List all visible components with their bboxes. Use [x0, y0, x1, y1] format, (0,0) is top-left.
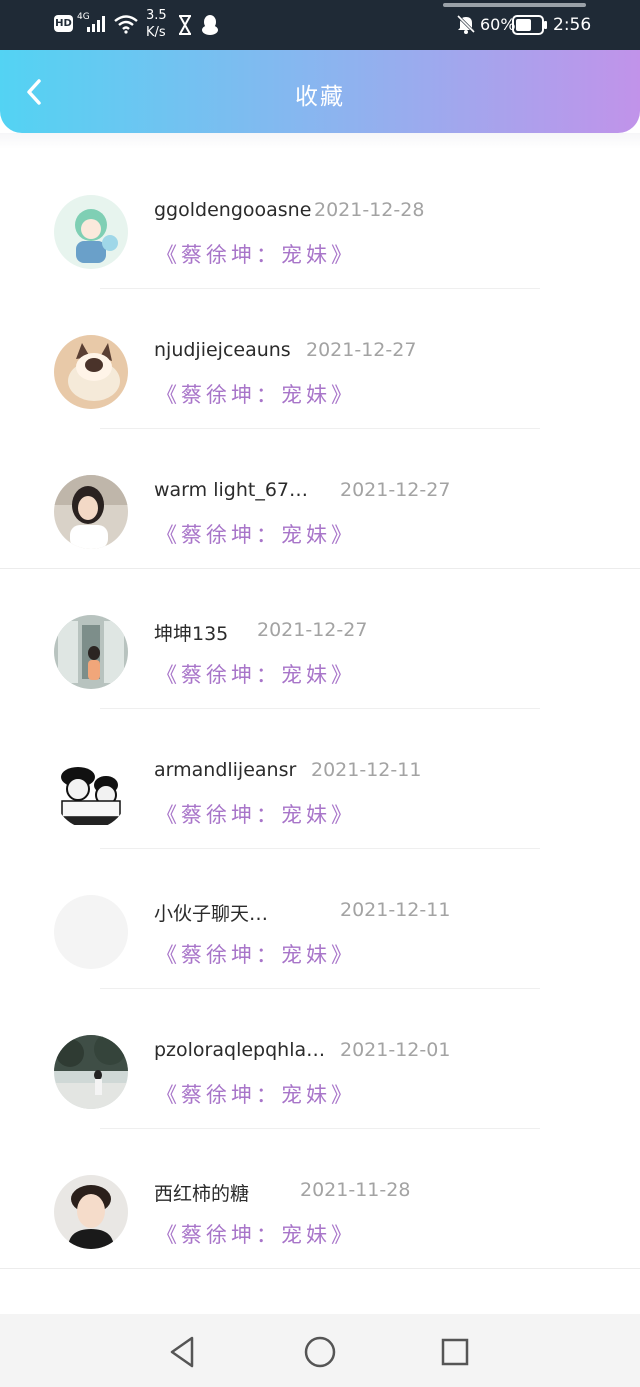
favorites-list: ggoldengooasne 2021-12-28 《蔡徐坤：宠妹》 njudj… — [0, 150, 640, 1270]
date: 2021-12-11 — [311, 759, 422, 781]
date: 2021-11-28 — [300, 1179, 411, 1201]
wifi-icon — [114, 15, 138, 34]
battery-icon — [512, 15, 547, 35]
hd-badge: HD — [54, 15, 73, 32]
hourglass-icon — [179, 15, 191, 35]
nav-home-button[interactable] — [300, 1332, 340, 1372]
date: 2021-12-28 — [314, 199, 425, 221]
username: 坤坤135 — [154, 623, 229, 645]
nav-recents-button[interactable] — [435, 1332, 475, 1372]
favorite-title[interactable]: 《蔡徐坤：宠妹》 — [156, 239, 356, 269]
list-item[interactable]: njudjiejceauns 2021-12-27 《蔡徐坤：宠妹》 — [0, 290, 640, 430]
date: 2021-12-11 — [340, 899, 451, 921]
divider — [0, 1268, 640, 1269]
list-item[interactable]: 坤坤135 2021-12-27 《蔡徐坤：宠妹》 — [0, 570, 640, 710]
list-item[interactable]: 小伙子聊天… 2021-12-11 《蔡徐坤：宠妹》 — [0, 850, 640, 990]
username: njudjiejceauns — [154, 339, 291, 361]
network-speed: 3.5 — [146, 8, 167, 23]
avatar[interactable] — [54, 615, 128, 689]
divider — [100, 428, 540, 429]
date: 2021-12-01 — [340, 1039, 451, 1061]
avatar[interactable] — [54, 1175, 128, 1249]
username: ggoldengooasne — [154, 199, 312, 221]
list-item[interactable]: pzoloraqlepqhla… 2021-12-01 《蔡徐坤：宠妹》 — [0, 990, 640, 1130]
header-bar: 收藏 — [0, 50, 640, 133]
list-item[interactable]: armandlijeansr 2021-12-11 《蔡徐坤：宠妹》 — [0, 710, 640, 850]
favorite-title[interactable]: 《蔡徐坤：宠妹》 — [156, 939, 356, 969]
status-bar: HD 4G 3.5 K/s 60% 2:56 — [0, 0, 640, 50]
favorite-title[interactable]: 《蔡徐坤：宠妹》 — [156, 659, 356, 689]
date: 2021-12-27 — [306, 339, 417, 361]
network-speed-unit: K/s — [146, 25, 166, 40]
favorite-title[interactable]: 《蔡徐坤：宠妹》 — [156, 519, 356, 549]
favorite-title[interactable]: 《蔡徐坤：宠妹》 — [156, 1219, 356, 1249]
favorite-title[interactable]: 《蔡徐坤：宠妹》 — [156, 799, 356, 829]
list-item[interactable]: warm light_67… 2021-12-27 《蔡徐坤：宠妹》 — [0, 430, 640, 570]
date: 2021-12-27 — [340, 479, 451, 501]
favorite-title[interactable]: 《蔡徐坤：宠妹》 — [156, 1079, 356, 1109]
date: 2021-12-27 — [257, 619, 368, 641]
bell-off-icon — [456, 14, 476, 34]
divider — [100, 1128, 540, 1129]
notch-pill — [443, 3, 586, 7]
avatar[interactable] — [54, 895, 128, 969]
avatar[interactable] — [54, 755, 128, 829]
username: pzoloraqlepqhla… — [154, 1039, 326, 1061]
divider — [100, 708, 540, 709]
navigation-bar — [0, 1314, 640, 1387]
username: 西红柿的糖 — [154, 1183, 250, 1205]
divider — [0, 568, 640, 569]
nav-back-button[interactable] — [163, 1332, 203, 1372]
avatar[interactable] — [54, 335, 128, 409]
battery-percent: 60% — [480, 15, 516, 34]
square-recents-icon — [441, 1338, 469, 1366]
page-title: 收藏 — [295, 84, 345, 110]
circle-home-icon — [304, 1336, 336, 1368]
username: 小伙子聊天… — [154, 903, 269, 925]
divider — [100, 848, 540, 849]
avatar[interactable] — [54, 475, 128, 549]
qq-icon — [202, 15, 218, 35]
username: warm light_67… — [154, 479, 308, 501]
list-item[interactable]: ggoldengooasne 2021-12-28 《蔡徐坤：宠妹》 — [0, 150, 640, 290]
triangle-back-icon — [170, 1336, 194, 1368]
list-item[interactable]: 西红柿的糖 2021-11-28 《蔡徐坤：宠妹》 — [0, 1130, 640, 1270]
avatar[interactable] — [54, 1035, 128, 1109]
header-shadow — [0, 133, 640, 149]
avatar[interactable] — [54, 195, 128, 269]
username: armandlijeansr — [154, 759, 297, 781]
divider — [100, 288, 540, 289]
clock: 2:56 — [553, 15, 592, 35]
favorite-title[interactable]: 《蔡徐坤：宠妹》 — [156, 379, 356, 409]
divider — [100, 988, 540, 989]
signal-icon — [87, 16, 105, 32]
